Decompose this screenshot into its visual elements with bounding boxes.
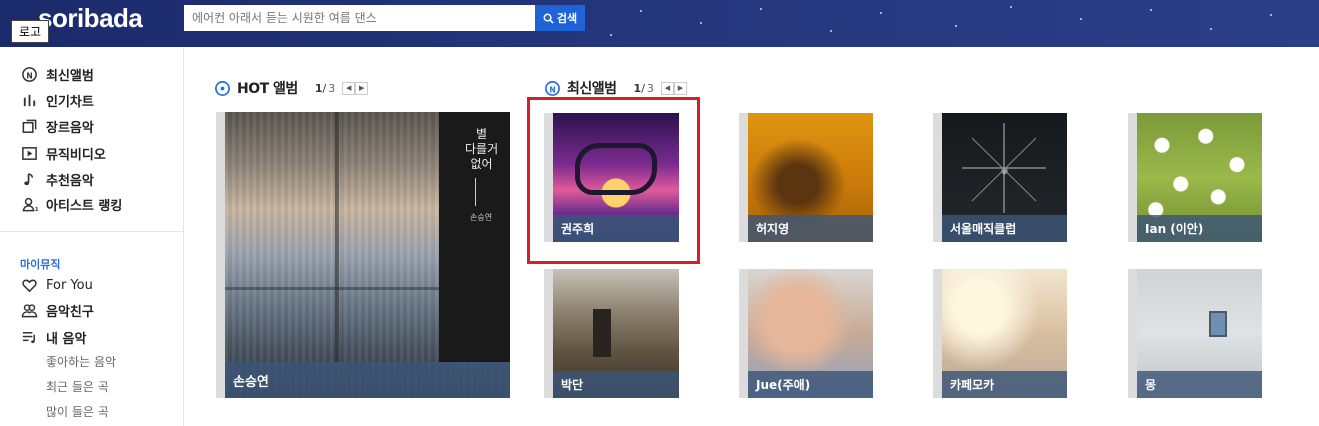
prev-page-button[interactable]: ◀	[342, 81, 356, 95]
latest-album-card-5[interactable]: 박단	[544, 269, 679, 398]
search-button-label: 검색	[556, 13, 578, 25]
latest-album-title: 최신앨범	[567, 81, 617, 97]
album-artist-label: 허지영	[748, 215, 873, 242]
latest-album-pager: 1/ 3 ◀ ▶	[633, 81, 687, 95]
new-album-icon: N	[20, 65, 38, 83]
new-album-icon: N	[545, 80, 560, 96]
sidebar-item-recommended[interactable]: 추천음악	[20, 168, 94, 190]
sidebar-item-label: 아티스트 랭킹	[46, 198, 123, 214]
album-artist-label: Ian (이안)	[1137, 215, 1262, 242]
hot-album-header: HOT 앨범 1/ 3 ◀ ▶	[214, 78, 369, 98]
sidebar-item-new-albums[interactable]: N 최신앨범	[20, 63, 94, 85]
latest-album-header: N 최신앨범 1/ 3 ◀ ▶	[544, 78, 687, 98]
sidebar-item-label: 최신앨범	[46, 68, 94, 84]
album-artist-label: 권주희	[553, 215, 679, 242]
hot-album-icon	[215, 80, 230, 96]
cover-title-text: 별 다를거 없어	[465, 127, 499, 171]
mymusic-section-label: 마이뮤직	[20, 258, 61, 271]
chart-icon	[20, 91, 38, 109]
latest-album-card-8[interactable]: 몽	[1128, 269, 1262, 398]
sidebar-item-label: 뮤직비디오	[46, 147, 106, 163]
cover-divider	[475, 178, 476, 206]
latest-album-card-1[interactable]: 권주희	[544, 113, 679, 242]
album-artist-label: 서울매직클럽	[942, 215, 1067, 242]
sidebar: N 최신앨범 인기차트 장르음악 뮤직비디오 추천음악 1 아티스트 랭킹 마이…	[0, 47, 184, 426]
hot-album-pager: 1/ 3 ◀ ▶	[314, 81, 369, 95]
playlist-icon	[20, 328, 38, 346]
sidebar-item-my-music[interactable]: 내 음악	[20, 326, 86, 348]
latest-album-card-3[interactable]: 서울매직클럽	[933, 113, 1067, 242]
sidebar-item-for-you[interactable]: For You	[20, 274, 93, 296]
sidebar-item-label: 장르음악	[46, 120, 94, 136]
sidebar-item-label: 추천음악	[46, 173, 94, 189]
latest-album-card-6[interactable]: Jue(주애)	[739, 269, 873, 398]
album-artist-label: 손승연	[225, 362, 510, 398]
latest-album-card-7[interactable]: 카페모카	[933, 269, 1067, 398]
sidebar-item-label: 음악친구	[46, 304, 94, 320]
logo-label: 로고	[11, 20, 50, 43]
sidebar-item-chart[interactable]: 인기차트	[20, 89, 94, 111]
search-icon	[543, 13, 554, 24]
sidebar-item-genre[interactable]: 장르음악	[20, 115, 94, 137]
heart-icon	[20, 276, 38, 294]
search-button[interactable]: 검색	[535, 5, 585, 31]
search-input[interactable]	[184, 5, 535, 31]
album-artist-label: 카페모카	[942, 371, 1067, 398]
cover-author-text: 손승연	[470, 213, 493, 222]
album-artist-label: 박단	[553, 371, 679, 398]
friends-icon	[20, 301, 38, 319]
page-total: 3	[646, 81, 654, 95]
top-header: soribada 검색	[0, 0, 1319, 47]
album-artist-label: 몽	[1137, 371, 1262, 398]
sidebar-item-music-video[interactable]: 뮤직비디오	[20, 142, 106, 164]
hot-album-title: HOT 앨범	[237, 81, 298, 97]
genre-icon	[20, 117, 38, 135]
sidebar-sub-liked[interactable]: 좋아하는 음악	[46, 353, 116, 370]
svg-text:N: N	[549, 85, 555, 94]
prev-page-button[interactable]: ◀	[660, 81, 674, 95]
latest-album-card-4[interactable]: Ian (이안)	[1128, 113, 1262, 242]
next-page-button[interactable]: ▶	[673, 81, 687, 95]
sidebar-sub-most-played[interactable]: 많이 들은 곡	[46, 403, 109, 420]
sidebar-item-label: 내 음악	[46, 331, 87, 347]
page-current: 1	[633, 81, 642, 95]
page-total: 3	[328, 81, 336, 95]
music-note-icon	[20, 170, 38, 188]
latest-album-card-2[interactable]: 허지영	[739, 113, 873, 242]
artist-icon: 1	[20, 195, 38, 213]
soribada-logo[interactable]: soribada	[38, 3, 143, 34]
sidebar-divider	[0, 231, 183, 232]
sidebar-item-label: 인기차트	[46, 94, 94, 110]
sidebar-sub-recent[interactable]: 최근 들은 곡	[46, 378, 109, 395]
sidebar-item-label: For You	[46, 277, 93, 293]
video-icon	[20, 144, 38, 162]
sidebar-item-artist-ranking[interactable]: 1 아티스트 랭킹	[20, 193, 122, 215]
sidebar-item-music-friends[interactable]: 음악친구	[20, 299, 94, 321]
next-page-button[interactable]: ▶	[355, 81, 369, 95]
svg-text:1: 1	[34, 207, 37, 213]
page-current: 1	[314, 81, 323, 95]
svg-text:N: N	[26, 71, 32, 80]
album-artist-label: Jue(주애)	[748, 371, 873, 398]
